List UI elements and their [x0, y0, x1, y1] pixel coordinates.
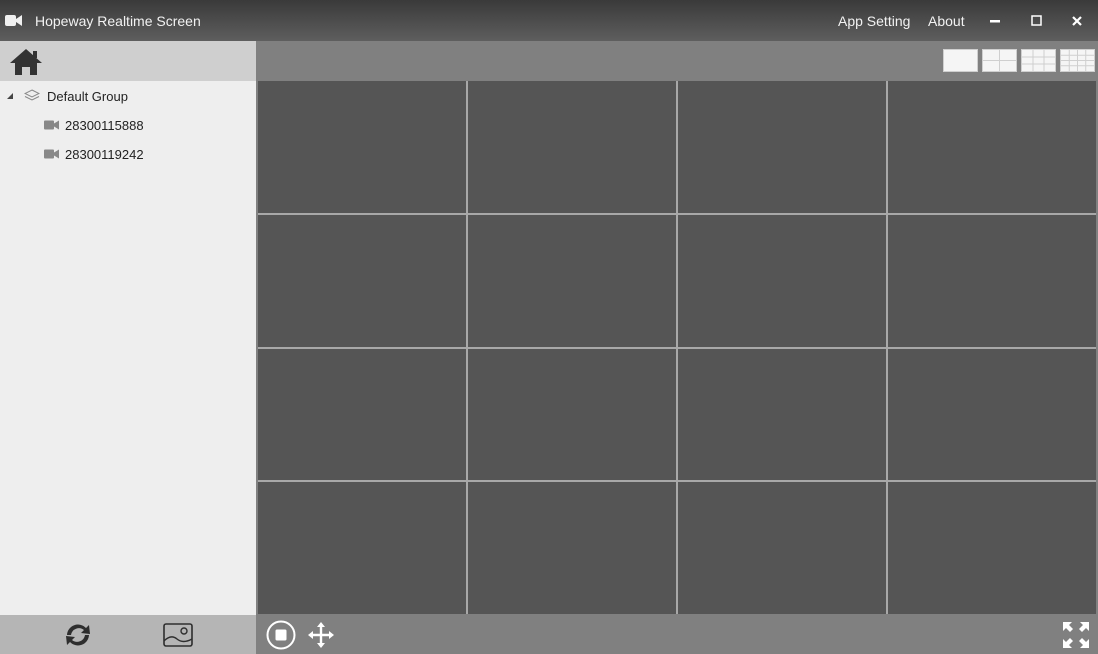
- window-title: Hopeway Realtime Screen: [35, 13, 201, 29]
- tree-device-item[interactable]: 28300119242: [44, 142, 144, 166]
- close-icon[interactable]: [1066, 10, 1088, 32]
- grid-3x3-icon: [1022, 50, 1055, 71]
- image-icon[interactable]: [161, 621, 195, 649]
- expand-triangle-icon[interactable]: [6, 92, 14, 100]
- minimize-icon[interactable]: [984, 10, 1006, 32]
- tree-device-item[interactable]: 28300115888: [44, 113, 144, 137]
- video-camera-icon: [5, 15, 22, 26]
- video-cell[interactable]: [888, 81, 1096, 213]
- grid-2x2-icon: [983, 50, 1016, 71]
- fullscreen-icon[interactable]: [1060, 619, 1092, 651]
- video-cell[interactable]: [468, 81, 676, 213]
- video-cell[interactable]: [468, 482, 676, 614]
- move-icon[interactable]: [305, 619, 337, 651]
- sidebar-header: [0, 41, 256, 81]
- video-cell[interactable]: [678, 214, 886, 347]
- video-cell[interactable]: [888, 214, 1096, 347]
- grid-4x4-icon: [1061, 50, 1094, 71]
- home-icon[interactable]: [9, 47, 43, 77]
- layout-2x2-button[interactable]: [982, 49, 1017, 72]
- video-cell[interactable]: [258, 348, 466, 481]
- app-setting-link[interactable]: App Setting: [838, 13, 910, 29]
- about-link[interactable]: About: [928, 13, 965, 29]
- video-cell[interactable]: [888, 482, 1096, 614]
- tree-group-label: Default Group: [47, 88, 128, 104]
- video-grid: [258, 81, 1096, 614]
- video-cell[interactable]: [678, 81, 886, 213]
- tree-group-default[interactable]: Default Group: [6, 84, 128, 108]
- layout-3x3-button[interactable]: [1021, 49, 1056, 72]
- video-cell[interactable]: [468, 214, 676, 347]
- video-cell[interactable]: [678, 348, 886, 481]
- video-cell[interactable]: [468, 348, 676, 481]
- maximize-icon[interactable]: [1025, 10, 1047, 32]
- video-camera-icon: [44, 149, 59, 159]
- video-cell[interactable]: [258, 81, 466, 213]
- video-cell[interactable]: [258, 482, 466, 614]
- layout-1x1-button[interactable]: [943, 49, 978, 72]
- stop-icon[interactable]: [265, 619, 297, 651]
- layout-4x4-button[interactable]: [1060, 49, 1095, 72]
- video-cell[interactable]: [888, 348, 1096, 481]
- refresh-icon[interactable]: [61, 621, 95, 649]
- sidebar-footer: [0, 615, 256, 654]
- device-sidebar: Default Group 28300115888 28300119242: [0, 41, 256, 654]
- tree-device-label: 28300119242: [65, 146, 144, 162]
- title-bar: Hopeway Realtime Screen App Setting Abou…: [0, 0, 1098, 41]
- video-area: [256, 41, 1098, 654]
- tree-device-label: 28300115888: [65, 117, 144, 133]
- layers-icon: [24, 89, 40, 101]
- video-cell[interactable]: [678, 482, 886, 614]
- video-camera-icon: [44, 120, 59, 130]
- video-cell[interactable]: [258, 214, 466, 347]
